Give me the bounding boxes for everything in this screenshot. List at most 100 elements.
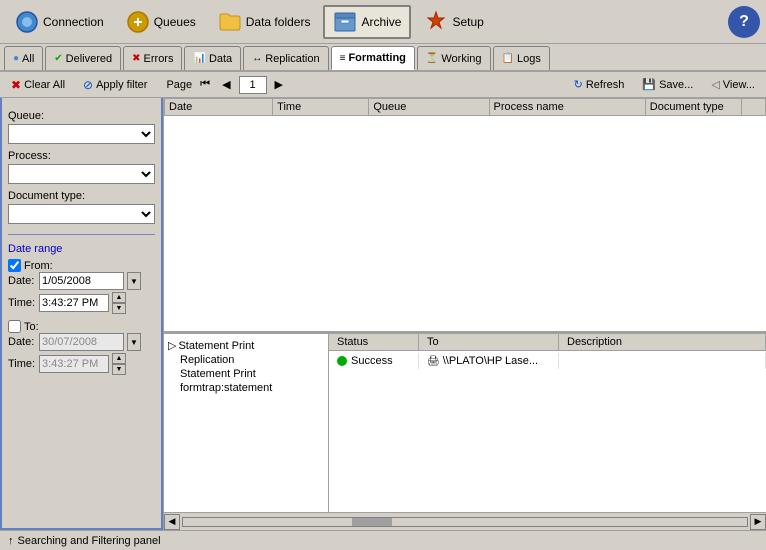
refresh-icon: ↻ [574, 78, 583, 91]
queue-select[interactable] [8, 124, 155, 144]
date-label-to: Date: [8, 336, 36, 348]
data-table[interactable]: Date Time Queue Process name Document ty… [164, 98, 766, 332]
hscroll[interactable]: ◀ ▶ [164, 512, 766, 530]
from-date-row: Date: ▼ [8, 272, 155, 290]
to-checkbox[interactable] [8, 320, 21, 333]
col-time: Time [273, 99, 369, 116]
clear-all-label: Clear All [24, 79, 65, 91]
view-button[interactable]: ◁ View... [704, 75, 762, 94]
to-time-input[interactable] [39, 355, 109, 373]
to-text: \\PLATO\HP Lase... [443, 355, 538, 367]
formatting-icon: ≡ [340, 53, 346, 64]
tab-replication[interactable]: ↔ Replication [243, 46, 328, 70]
tab-working-label: Working [441, 53, 481, 65]
tree-label-1: Replication [180, 354, 234, 366]
status-text: Searching and Filtering panel [18, 535, 161, 547]
connection-button[interactable]: Connection [6, 6, 113, 38]
spin-down-icon[interactable]: ▼ [112, 303, 126, 314]
queues-label: Queues [154, 15, 196, 29]
main-content: Queue: Process: Document type: Date rang… [0, 98, 766, 530]
status-bar: ↑ Searching and Filtering panel [0, 530, 766, 550]
detail-to: 🖨 \\PLATO\HP Lase... [419, 353, 559, 369]
help-button[interactable]: ? [728, 6, 760, 38]
from-checkbox[interactable] [8, 259, 21, 272]
date-label-from: Date: [8, 275, 36, 287]
setup-button[interactable]: Setup [415, 6, 492, 38]
filter-panel: Queue: Process: Document type: Date rang… [0, 98, 163, 530]
to-spin-down-icon[interactable]: ▼ [112, 364, 126, 375]
from-date-input[interactable] [39, 272, 124, 290]
document-type-label: Document type: [8, 190, 155, 202]
tab-formatting[interactable]: ≡ Formatting [331, 46, 415, 70]
to-date-input[interactable] [39, 333, 124, 351]
to-date-row: Date: ▼ [8, 333, 155, 351]
save-button[interactable]: 💾 Save... [635, 75, 700, 94]
from-time-row: Time: ▲ ▼ [8, 292, 155, 314]
first-page-button[interactable]: ⏮ [196, 76, 214, 93]
from-checkbox-row: From: [8, 259, 155, 272]
hscroll-left-arrow[interactable]: ◀ [164, 514, 180, 530]
detail-row-0[interactable]: Success 🖨 \\PLATO\HP Lase... [329, 351, 766, 371]
page-number-input[interactable] [239, 76, 267, 94]
to-spin-up-icon[interactable]: ▲ [112, 353, 126, 364]
tab-data[interactable]: 📊 Data [184, 46, 241, 70]
tab-errors[interactable]: ✖ Errors [123, 46, 182, 70]
spin-up-icon[interactable]: ▲ [112, 292, 126, 303]
archive-button[interactable]: Archive [323, 5, 411, 39]
process-select[interactable] [8, 164, 155, 184]
detail-col-status: Status [329, 334, 419, 350]
tree-label-3: formtrap:statement [180, 382, 272, 394]
to-time-spin[interactable]: ▲ ▼ [112, 353, 126, 375]
hscroll-right-arrow[interactable]: ▶ [750, 514, 766, 530]
replication-icon: ↔ [252, 53, 262, 64]
process-field: Process: [8, 150, 155, 184]
printer-icon: 🖨 [427, 356, 440, 367]
folder-icon [218, 10, 242, 34]
process-label: Process: [8, 150, 155, 162]
hscroll-thumb[interactable] [352, 518, 392, 526]
connection-label: Connection [43, 15, 104, 29]
tab-delivered-label: Delivered [66, 53, 112, 65]
refresh-button[interactable]: ↻ Refresh [567, 75, 632, 94]
save-icon: 💾 [642, 78, 656, 91]
next-page-button[interactable]: ▶ [271, 76, 287, 93]
view-label: View... [723, 79, 755, 91]
document-type-select[interactable] [8, 204, 155, 224]
to-date-spin[interactable]: ▼ [127, 333, 141, 351]
clear-all-button[interactable]: ✖ Clear All [4, 75, 72, 95]
tree-item-statement-print[interactable]: ▷ Statement Print [168, 338, 324, 353]
detail-description [559, 353, 766, 369]
document-type-field: Document type: [8, 190, 155, 224]
detail-col-to: To [419, 334, 559, 350]
from-time-input[interactable] [39, 294, 109, 312]
queues-button[interactable]: Queues [117, 6, 205, 38]
prev-page-button[interactable]: ◀ [218, 76, 234, 93]
queues-icon [126, 10, 150, 34]
apply-filter-button[interactable]: ⊘ Apply filter [76, 75, 154, 95]
tree-item-statement-print-2[interactable]: Statement Print [168, 367, 324, 381]
from-time-spin[interactable]: ▲ ▼ [112, 292, 126, 314]
tab-all[interactable]: ● All [4, 46, 43, 70]
tree-item-formtrap[interactable]: formtrap:statement [168, 381, 324, 395]
from-date-spin[interactable]: ▼ [127, 272, 141, 290]
detail-panel: Status To Description Success 🖨 \\PLATO\… [329, 334, 766, 512]
hscroll-track[interactable] [182, 517, 748, 527]
apply-filter-label: Apply filter [96, 79, 147, 91]
archive-icon [333, 10, 357, 34]
connection-icon [15, 10, 39, 34]
data-folders-label: Data folders [246, 15, 311, 29]
tree-item-replication[interactable]: Replication [168, 353, 324, 367]
col-queue: Queue [369, 99, 489, 116]
clear-icon: ✖ [11, 78, 21, 92]
data-folders-button[interactable]: Data folders [209, 6, 320, 38]
tree-expand-icon: ▷ [168, 339, 176, 352]
tree-label-2: Statement Print [180, 368, 256, 380]
tab-logs[interactable]: 📋 Logs [493, 46, 550, 70]
tab-logs-label: Logs [517, 53, 541, 65]
archive-label: Archive [361, 15, 401, 29]
tab-delivered[interactable]: ✔ Delivered [45, 46, 121, 70]
from-label: From: [24, 260, 53, 272]
right-panel: Date Time Queue Process name Document ty… [163, 98, 766, 530]
tab-working[interactable]: ⏳ Working [417, 46, 491, 70]
top-toolbar: Connection Queues Data folders Archive S… [0, 0, 766, 44]
